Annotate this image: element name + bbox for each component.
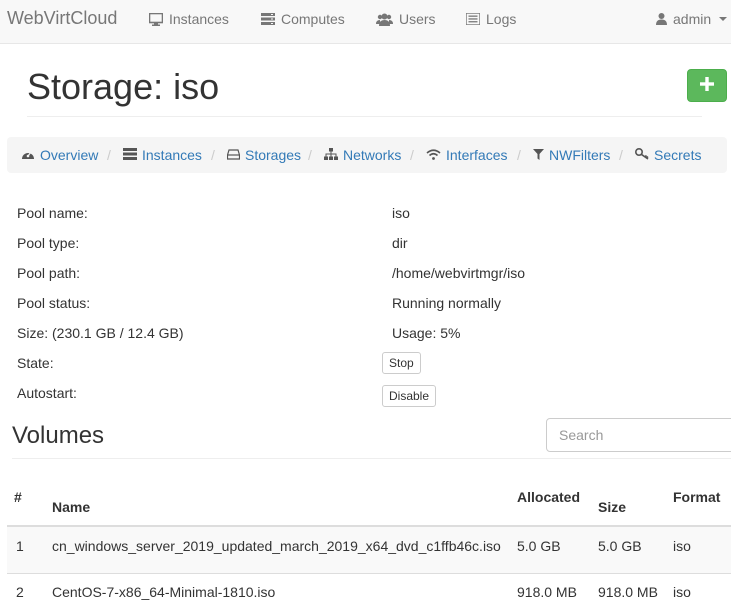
volume-name: cn_windows_server_2019_updated_march_201… — [52, 538, 501, 554]
list-icon — [466, 13, 480, 25]
filter-icon — [533, 147, 544, 163]
page-title: Storage: iso — [27, 66, 220, 107]
column-header-name: Name — [52, 499, 91, 515]
pool-name-value: iso — [392, 205, 410, 221]
navbar: WebVirtCloud Instances Computes Users Lo… — [0, 0, 731, 44]
crumb-instances-label: Instances — [142, 147, 202, 163]
crumb-overview-label: Overview — [40, 147, 99, 163]
pool-path-value: /home/webvirtmgr/iso — [392, 265, 526, 281]
column-header-format: Format — [673, 489, 721, 505]
crumb-storages-label: Storages — [245, 147, 302, 163]
breadcrumb-separator: / — [619, 147, 623, 163]
sitemap-icon — [324, 147, 338, 163]
state-label: State: — [17, 355, 54, 371]
volume-size: 918.0 MB — [598, 584, 658, 600]
volume-format: iso — [673, 538, 691, 554]
volume-allocated: 5.0 GB — [517, 538, 561, 554]
volume-num: 1 — [16, 538, 24, 554]
nav-users[interactable]: Users — [376, 11, 436, 27]
crumb-storages[interactable]: Storages — [226, 147, 302, 163]
table-row[interactable]: 1 cn_windows_server_2019_updated_march_2… — [7, 527, 731, 574]
disable-autostart-button[interactable]: Disable — [382, 385, 437, 407]
users-icon — [376, 13, 393, 26]
server-icon — [261, 13, 275, 25]
user-icon — [656, 13, 667, 25]
hdd-icon — [226, 147, 241, 163]
breadcrumb-separator: / — [107, 147, 111, 163]
column-header-size: Size — [598, 499, 627, 515]
volumes-heading: Volumes — [12, 422, 105, 449]
crumb-secrets[interactable]: Secrets — [634, 147, 702, 163]
volumes-divider — [12, 458, 731, 459]
user-menu-label: admin — [673, 11, 712, 27]
server-icon — [123, 147, 137, 163]
crumb-overview[interactable]: Overview — [21, 147, 98, 163]
pool-status-value: Running normally — [392, 295, 501, 311]
pool-status-label: Pool status: — [17, 295, 91, 311]
desktop-icon — [149, 12, 163, 26]
caret-down-icon — [719, 17, 728, 21]
breadcrumb-separator: / — [410, 147, 414, 163]
dashboard-icon — [21, 147, 35, 163]
breadcrumb-separator: / — [211, 147, 215, 163]
header-divider — [27, 116, 702, 117]
wifi-icon — [426, 147, 441, 163]
pool-type-value: dir — [392, 235, 408, 251]
crumb-interfaces-label: Interfaces — [446, 147, 508, 163]
crumb-nwfilters-label: NWFilters — [549, 147, 611, 163]
volume-size: 5.0 GB — [598, 538, 642, 554]
volume-name: CentOS-7-x86_64-Minimal-1810.iso — [52, 584, 276, 600]
volume-search-input[interactable] — [546, 418, 731, 452]
nav-users-label: Users — [399, 11, 436, 27]
autostart-label: Autostart: — [17, 385, 77, 401]
stop-button[interactable]: Stop — [382, 352, 421, 374]
pool-size-label: Size: (230.1 GB / 12.4 GB) — [17, 325, 184, 341]
nav-computes-label: Computes — [281, 11, 345, 27]
key-icon — [634, 147, 649, 163]
volume-num: 2 — [16, 584, 24, 600]
column-header-num: # — [14, 489, 22, 505]
nav-computes[interactable]: Computes — [261, 11, 345, 27]
brand-link[interactable]: WebVirtCloud — [7, 8, 117, 29]
crumb-instances[interactable]: Instances — [123, 147, 202, 163]
table-row[interactable]: 2 CentOS-7-x86_64-Minimal-1810.iso 918.0… — [7, 574, 731, 612]
nav-instances-label: Instances — [169, 11, 229, 27]
pool-usage-value: Usage: 5% — [392, 325, 461, 341]
pool-name-label: Pool name: — [17, 205, 88, 221]
pool-type-label: Pool type: — [17, 235, 80, 251]
crumb-networks[interactable]: Networks — [324, 147, 401, 163]
volume-allocated: 918.0 MB — [517, 584, 577, 600]
user-menu[interactable]: admin — [656, 11, 728, 27]
crumb-nwfilters[interactable]: NWFilters — [533, 147, 610, 163]
plus-icon — [700, 77, 714, 94]
breadcrumb: Overview / Instances / Storages / Networ… — [7, 137, 727, 173]
add-volume-button[interactable] — [687, 69, 727, 102]
pool-path-label: Pool path: — [17, 265, 81, 281]
nav-logs[interactable]: Logs — [466, 11, 516, 27]
crumb-secrets-label: Secrets — [654, 147, 702, 163]
breadcrumb-separator: / — [308, 147, 312, 163]
crumb-interfaces[interactable]: Interfaces — [426, 147, 507, 163]
column-header-allocated: Allocated — [517, 489, 581, 505]
volume-format: iso — [673, 584, 691, 600]
breadcrumb-separator: / — [517, 147, 521, 163]
crumb-networks-label: Networks — [343, 147, 402, 163]
nav-instances[interactable]: Instances — [149, 11, 229, 27]
nav-logs-label: Logs — [486, 11, 517, 27]
